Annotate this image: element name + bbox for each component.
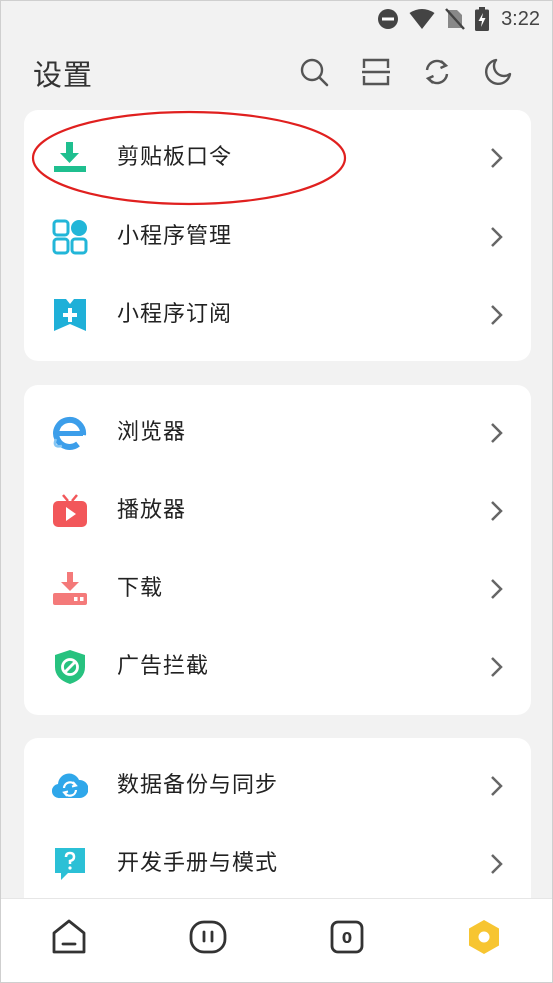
list-item-label: 浏览器 bbox=[117, 420, 187, 445]
settings-group-1: 剪贴板口令 小程序管理 小程序订阅 bbox=[24, 110, 531, 361]
do-not-disturb-icon bbox=[377, 8, 399, 30]
list-item-label: 下载 bbox=[117, 576, 164, 601]
ad-block-shield-icon bbox=[52, 649, 88, 685]
chevron-right-icon bbox=[491, 657, 503, 677]
chevron-right-icon bbox=[491, 305, 503, 325]
chevron-right-icon bbox=[491, 423, 503, 443]
nav-tabs-button[interactable]: 0 bbox=[327, 917, 367, 957]
chevron-right-icon bbox=[491, 579, 503, 599]
list-item-label: 播放器 bbox=[117, 498, 187, 523]
settings-hex-icon bbox=[469, 920, 499, 954]
apps-grid-icon bbox=[52, 219, 88, 255]
night-mode-button[interactable] bbox=[481, 55, 515, 89]
header: 设置 bbox=[1, 39, 552, 107]
bookmark-add-icon bbox=[52, 297, 88, 333]
tv-player-icon bbox=[52, 493, 88, 529]
tabs-count: 0 bbox=[342, 929, 352, 947]
status-time: 3:22 bbox=[501, 7, 540, 30]
list-item-mini-program-subscribe[interactable]: 小程序订阅 bbox=[24, 276, 531, 354]
list-item-ad-block[interactable]: 广告拦截 bbox=[24, 628, 531, 706]
list-item-clipboard-code[interactable]: 剪贴板口令 bbox=[24, 119, 531, 197]
list-item-label: 小程序管理 bbox=[117, 224, 233, 249]
bottom-nav: 0 bbox=[1, 898, 552, 982]
cloud-sync-icon bbox=[52, 768, 88, 804]
clipboard-download-icon bbox=[52, 140, 88, 176]
list-item-label: 小程序订阅 bbox=[117, 302, 233, 327]
no-sim-icon bbox=[445, 8, 465, 30]
list-item-player[interactable]: 播放器 bbox=[24, 472, 531, 550]
nav-settings-button[interactable] bbox=[464, 917, 504, 957]
list-item-label: 广告拦截 bbox=[117, 654, 210, 679]
page-title: 设置 bbox=[33, 58, 94, 92]
chevron-right-icon bbox=[491, 227, 503, 247]
settings-group-2: 浏览器 播放器 下载 广告拦截 bbox=[24, 385, 531, 715]
scan-button[interactable] bbox=[359, 55, 393, 89]
list-item-dev-manual-mode[interactable]: 开发手册与模式 bbox=[24, 825, 531, 903]
battery-charging-icon bbox=[475, 7, 490, 31]
refresh-button[interactable] bbox=[420, 55, 454, 89]
wifi-icon bbox=[409, 8, 435, 30]
list-item-mini-program-manage[interactable]: 小程序管理 bbox=[24, 198, 531, 276]
chevron-right-icon bbox=[491, 854, 503, 874]
chevron-right-icon bbox=[491, 776, 503, 796]
status-icons: 3:22 bbox=[377, 7, 540, 31]
chevron-right-icon bbox=[491, 501, 503, 521]
browser-icon bbox=[52, 415, 88, 451]
robot-face-icon bbox=[189, 920, 227, 954]
home-icon bbox=[52, 919, 86, 954]
status-bar: 3:22 bbox=[1, 1, 552, 39]
list-item-download[interactable]: 下载 bbox=[24, 550, 531, 628]
download-icon bbox=[52, 571, 88, 607]
tabs-count-icon: 0 bbox=[330, 920, 364, 954]
search-icon bbox=[300, 58, 329, 87]
nav-bot-button[interactable] bbox=[188, 917, 228, 957]
nav-home-button[interactable] bbox=[49, 917, 89, 957]
list-item-browser[interactable]: 浏览器 bbox=[24, 394, 531, 472]
chevron-right-icon bbox=[491, 148, 503, 168]
refresh-icon bbox=[425, 59, 449, 85]
night-mode-icon bbox=[485, 58, 512, 85]
help-bubble-icon bbox=[52, 846, 88, 882]
list-item-label: 剪贴板口令 bbox=[117, 145, 233, 170]
list-item-label: 数据备份与同步 bbox=[117, 773, 279, 798]
list-item-label: 开发手册与模式 bbox=[117, 851, 279, 876]
scan-icon bbox=[362, 58, 390, 86]
list-item-data-backup-sync[interactable]: 数据备份与同步 bbox=[24, 747, 531, 825]
search-button[interactable] bbox=[297, 55, 331, 89]
